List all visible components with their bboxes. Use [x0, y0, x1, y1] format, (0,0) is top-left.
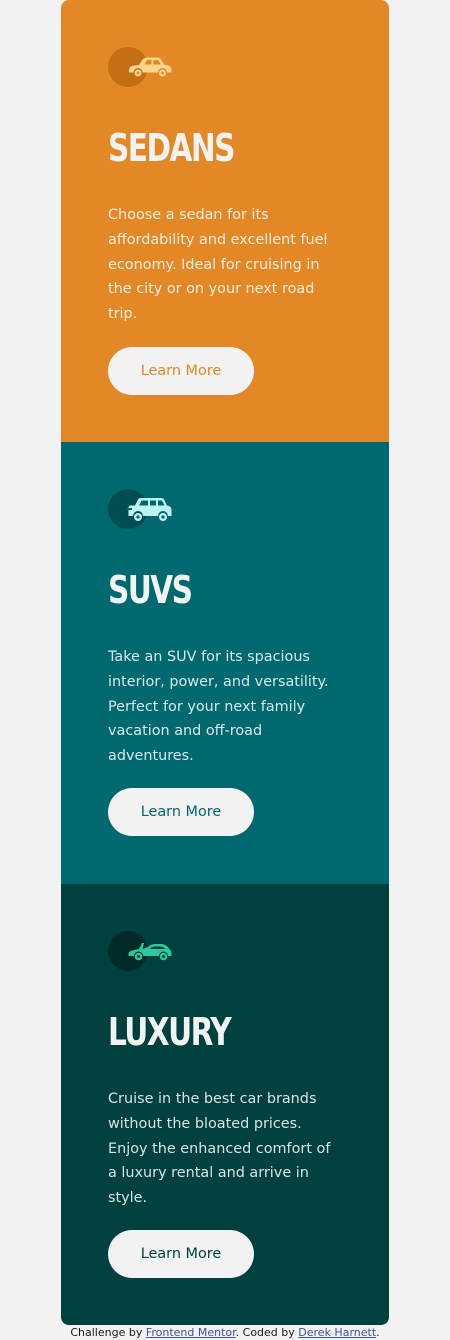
attribution-footer: Challenge by Frontend Mentor. Coded by D…	[0, 1325, 450, 1340]
sedan-car-icon	[129, 57, 172, 77]
card-group: SEDANS Choose a sedan for its affordabil…	[61, 0, 389, 1325]
card-icon-wrap	[108, 931, 178, 971]
card-title: SEDANS	[108, 126, 235, 170]
card-suvs: SUVS Take an SUV for its spacious interi…	[61, 442, 389, 884]
card-sedans: SEDANS Choose a sedan for its affordabil…	[61, 0, 389, 442]
card-icon-wrap	[108, 47, 178, 87]
card-description: Take an SUV for its spacious interior, p…	[108, 649, 329, 765]
learn-more-button[interactable]: Learn More	[108, 788, 254, 836]
attribution-suffix: .	[376, 1326, 380, 1339]
card-description: Choose a sedan for its affordability and…	[108, 207, 328, 323]
author-link[interactable]: Derek Harnett	[298, 1326, 376, 1339]
suv-car-icon	[127, 498, 172, 521]
card-description: Cruise in the best car brands without th…	[108, 1091, 331, 1207]
learn-more-button[interactable]: Learn More	[108, 1230, 254, 1278]
card-icon-wrap	[108, 489, 178, 529]
attribution-prefix: Challenge by	[70, 1326, 146, 1339]
frontend-mentor-link[interactable]: Frontend Mentor	[146, 1326, 236, 1339]
card-title: SUVS	[108, 568, 193, 612]
attribution-middle: . Coded by	[235, 1326, 299, 1339]
card-title: LUXURY	[108, 1010, 232, 1054]
card-luxury: LUXURY Cruise in the best car brands wit…	[61, 884, 389, 1325]
learn-more-button[interactable]: Learn More	[108, 347, 254, 395]
luxury-car-icon	[128, 943, 172, 961]
